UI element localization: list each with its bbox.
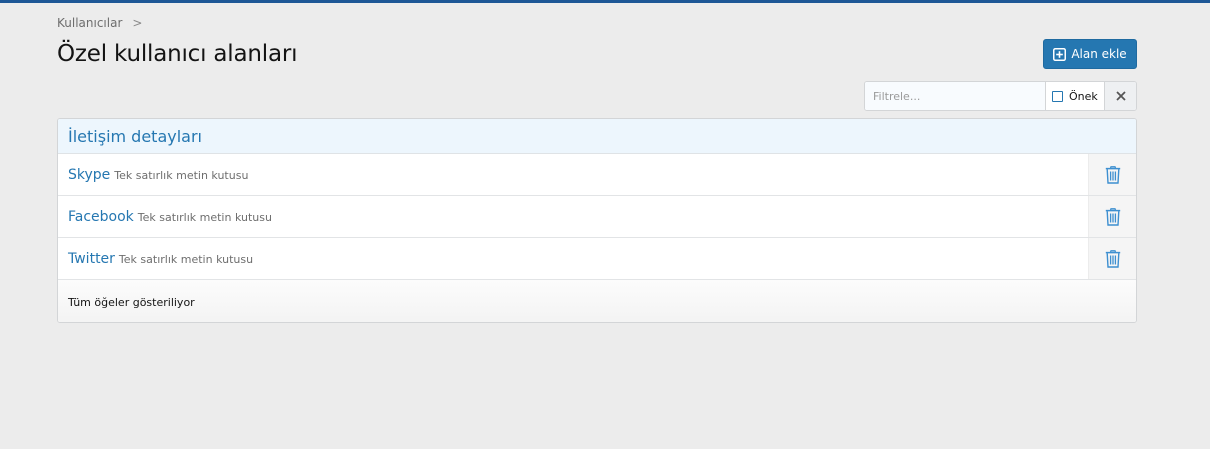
add-field-label: Alan ekle <box>1071 47 1127 61</box>
field-type-hint: Tek satırlık metin kutusu <box>118 253 254 266</box>
field-type-hint: Tek satırlık metin kutusu <box>137 211 272 224</box>
delete-button[interactable] <box>1088 154 1136 195</box>
field-title: Facebook <box>68 208 134 225</box>
breadcrumb-item-users[interactable]: Kullanıcılar <box>57 16 122 30</box>
field-title: Twitter <box>68 250 115 267</box>
prefix-checkbox[interactable] <box>1052 90 1063 102</box>
delete-button[interactable] <box>1088 196 1136 237</box>
list-item: Skype Tek satırlık metin kutusu <box>58 154 1136 196</box>
field-title: Skype <box>68 166 111 183</box>
breadcrumb-separator: > <box>132 16 143 30</box>
trash-icon <box>1105 207 1120 226</box>
top-accent-bar <box>0 0 1210 3</box>
prefix-label: Önek <box>1069 89 1098 103</box>
field-link-skype[interactable]: Skype Tek satırlık metin kutusu <box>58 154 1088 195</box>
list-item: Twitter Tek satırlık metin kutusu <box>58 238 1136 280</box>
field-link-facebook[interactable]: Facebook Tek satırlık metin kutusu <box>58 196 1088 237</box>
list-footer: Tüm öğeler gösteriliyor <box>58 280 1136 322</box>
breadcrumb: Kullanıcılar > <box>57 16 142 30</box>
trash-icon <box>1105 249 1120 268</box>
filter-bar: Önek <box>864 81 1137 111</box>
field-group-block: İletişim detayları Skype Tek satırlık me… <box>57 118 1137 323</box>
page-title: Özel kullanıcı alanları <box>57 41 298 67</box>
delete-button[interactable] <box>1088 238 1136 279</box>
field-link-twitter[interactable]: Twitter Tek satırlık metin kutusu <box>58 238 1088 279</box>
list-item: Facebook Tek satırlık metin kutusu <box>58 196 1136 238</box>
prefix-toggle[interactable]: Önek <box>1045 82 1104 110</box>
filter-clear-button[interactable] <box>1104 82 1136 110</box>
field-group-header: İletişim detayları <box>58 119 1136 154</box>
filter-input[interactable] <box>865 82 1045 110</box>
close-icon <box>1115 91 1126 101</box>
plus-square-icon <box>1053 47 1067 61</box>
field-type-hint: Tek satırlık metin kutusu <box>114 169 249 182</box>
add-field-button[interactable]: Alan ekle <box>1043 39 1137 69</box>
trash-icon <box>1105 165 1120 184</box>
